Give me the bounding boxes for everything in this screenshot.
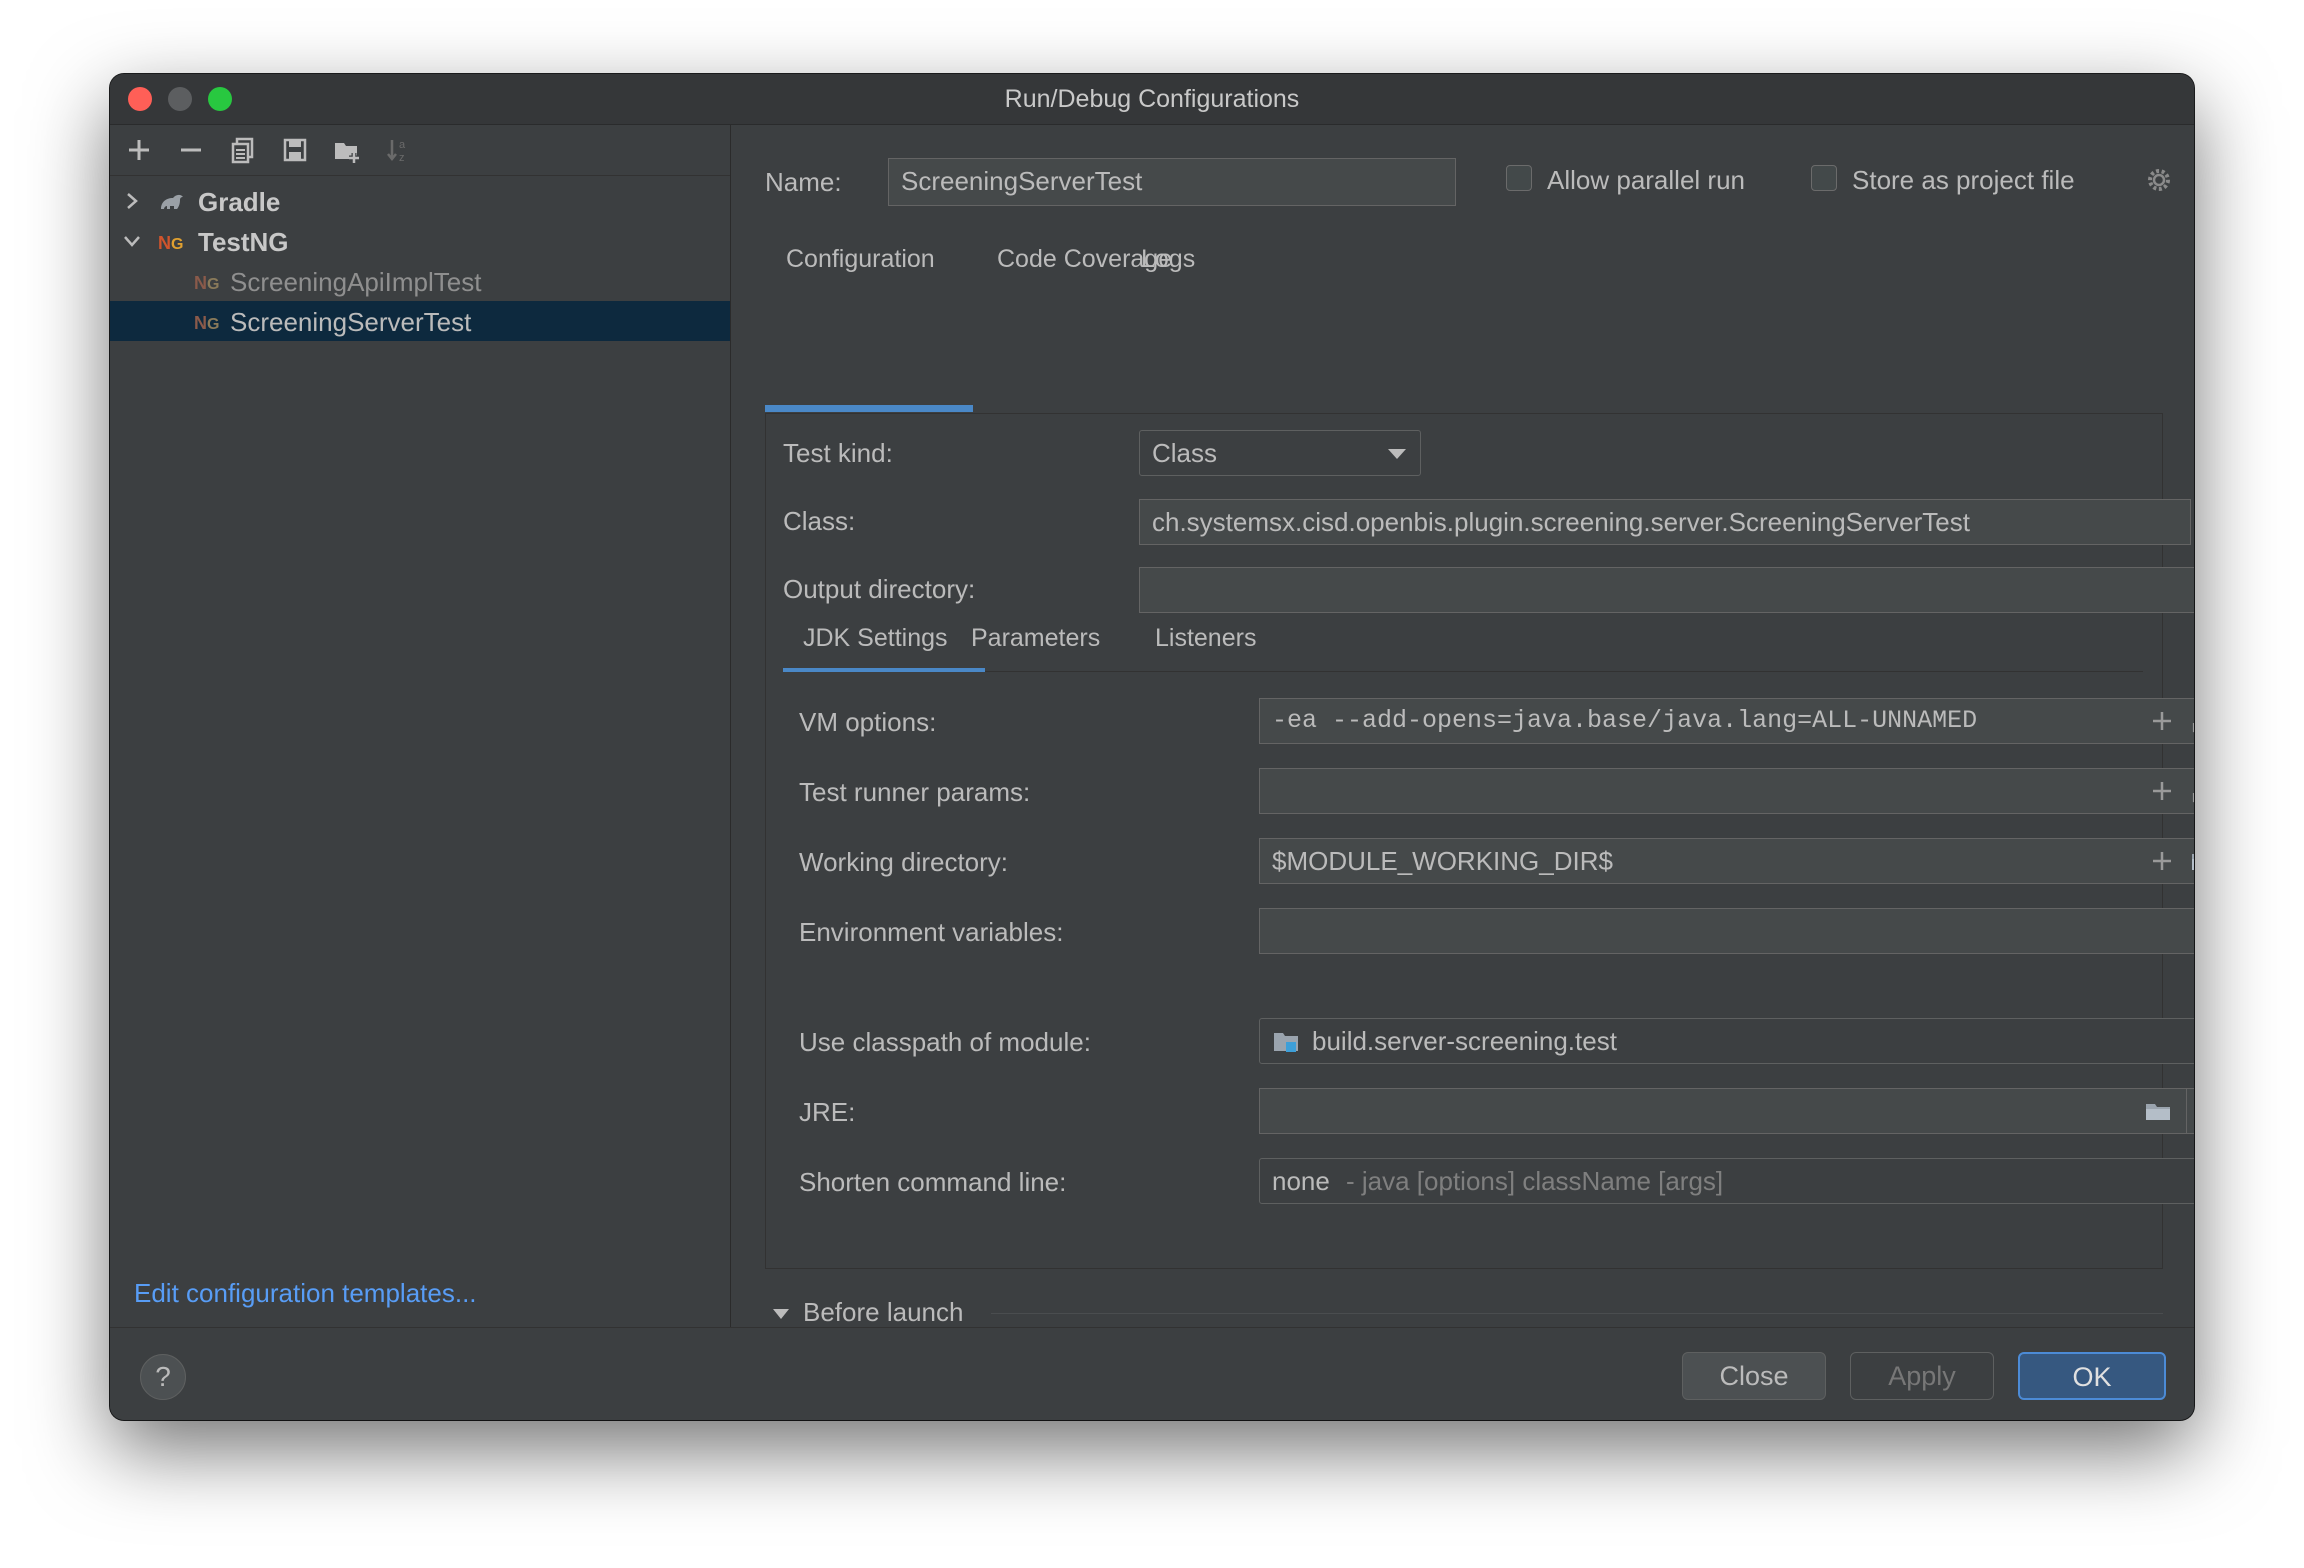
configuration-editor: Name: ScreeningServerTest Allow parallel…: [731, 125, 2194, 1379]
add-icon[interactable]: [2148, 707, 2176, 735]
tab-jdk-settings[interactable]: JDK Settings: [803, 624, 948, 653]
sidebar-toolbar: az: [110, 125, 730, 176]
tree-item-gradle[interactable]: Gradle: [110, 181, 730, 221]
allow-parallel-run-label: Allow parallel run: [1547, 165, 1745, 195]
tree-item-screening-api-impl-test[interactable]: NG ScreeningApiImplTest: [110, 261, 730, 301]
tab-configuration[interactable]: Configuration: [786, 245, 935, 274]
shorten-hint: - java [options] className [args]: [1346, 1166, 1724, 1196]
jre-label: JRE:: [799, 1097, 856, 1127]
working-directory-input[interactable]: $MODULE_WORKING_DIR$: [1259, 838, 2194, 884]
before-launch-divider: [991, 1313, 2163, 1314]
jre-input[interactable]: [1259, 1088, 2194, 1134]
testng-icon: NG: [158, 233, 183, 253]
svg-text:N: N: [194, 273, 207, 293]
sub-tab-active-underline: [783, 668, 985, 672]
shorten-command-line-select[interactable]: none - java [options] className [args]: [1259, 1158, 2194, 1204]
tree-item-label: TestNG: [198, 227, 289, 257]
gradle-icon: [161, 194, 183, 209]
working-directory-label: Working directory:: [799, 847, 1009, 877]
add-icon[interactable]: [124, 135, 154, 165]
run-debug-configurations-window: Run/Debug Configurations az Gradle NG Te…: [110, 74, 2194, 1420]
tab-logs[interactable]: Logs: [1141, 245, 1195, 274]
add-icon[interactable]: [2148, 847, 2176, 875]
tab-active-underline: [765, 405, 973, 409]
help-button[interactable]: ?: [140, 1354, 186, 1400]
environment-variables-input[interactable]: [1259, 908, 2194, 954]
document-icon[interactable]: [2190, 917, 2194, 945]
output-directory-label: Output directory:: [783, 574, 976, 604]
output-directory-input[interactable]: [1139, 567, 2194, 613]
name-label: Name:: [765, 167, 842, 197]
close-button[interactable]: Close: [1682, 1352, 1826, 1400]
test-runner-params-input[interactable]: [1259, 768, 2194, 814]
chevron-right-icon[interactable]: [122, 189, 142, 213]
collapse-triangle-icon[interactable]: [771, 1304, 791, 1324]
testng-icon: NG: [194, 273, 219, 293]
jre-divider: [2186, 1089, 2187, 1133]
module-folder-icon: [1274, 1033, 1298, 1052]
sort-icon[interactable]: az: [384, 135, 414, 165]
class-input[interactable]: ch.systemsx.cisd.openbis.plugin.screenin…: [1139, 499, 2191, 545]
chevron-down-icon[interactable]: [122, 229, 142, 253]
tab-listeners[interactable]: Listeners: [1155, 624, 1256, 653]
store-as-project-file-label: Store as project file: [1852, 165, 2075, 195]
class-label: Class:: [783, 506, 856, 536]
classpath-module-label: Use classpath of module:: [799, 1027, 1091, 1057]
add-icon[interactable]: [2148, 777, 2176, 805]
name-input[interactable]: ScreeningServerTest: [888, 158, 1456, 206]
ok-button[interactable]: OK: [2018, 1352, 2166, 1400]
classpath-module-select[interactable]: build.server-screening.test: [1259, 1018, 2194, 1064]
before-launch-label: Before launch: [803, 1297, 964, 1327]
shorten-command-line-label: Shorten command line:: [799, 1167, 1067, 1197]
title-bar: Run/Debug Configurations: [110, 74, 2194, 125]
svg-text:G: G: [207, 316, 219, 333]
testng-icon: NG: [194, 313, 219, 333]
sub-tab-divider: [783, 671, 2143, 672]
shorten-value: none: [1272, 1166, 1330, 1196]
save-icon[interactable]: [280, 135, 310, 165]
svg-text:G: G: [171, 236, 183, 253]
svg-text:G: G: [207, 276, 219, 293]
vm-options-label: VM options:: [799, 707, 937, 737]
copy-icon[interactable]: [228, 135, 258, 165]
svg-text:N: N: [194, 313, 207, 333]
dialog-footer: ? Close Apply OK: [110, 1327, 2194, 1420]
allow-parallel-run-checkbox[interactable]: [1506, 165, 1532, 191]
tree-item-label: Gradle: [198, 187, 281, 217]
remove-icon[interactable]: [176, 135, 206, 165]
svg-text:N: N: [158, 233, 171, 253]
expand-icon[interactable]: [2190, 707, 2194, 735]
sidebar: az Gradle NG TestNG NG ScreeningApiImplT…: [110, 125, 731, 1327]
test-runner-params-label: Test runner params:: [799, 777, 1031, 807]
apply-button[interactable]: Apply: [1850, 1352, 1994, 1400]
folder-icon[interactable]: [2144, 1097, 2172, 1125]
svg-text:z: z: [399, 152, 405, 164]
folder-icon[interactable]: [2190, 847, 2194, 875]
svg-text:a: a: [399, 139, 406, 151]
tree-item-testng[interactable]: NG TestNG: [110, 221, 730, 261]
window-title: Run/Debug Configurations: [1004, 85, 1300, 113]
tree-item-screening-server-test[interactable]: NG ScreeningServerTest: [110, 301, 730, 341]
test-kind-label: Test kind:: [783, 438, 893, 468]
environment-variables-label: Environment variables:: [799, 917, 1064, 947]
tab-parameters[interactable]: Parameters: [971, 624, 1100, 653]
tree-item-label: ScreeningServerTest: [230, 307, 472, 337]
chevron-down-icon: [1388, 449, 1406, 459]
store-as-project-file-checkbox[interactable]: [1811, 165, 1837, 191]
tree-item-label: ScreeningApiImplTest: [230, 267, 482, 297]
edit-configuration-templates-link[interactable]: Edit configuration templates...: [134, 1278, 477, 1309]
expand-icon[interactable]: [2190, 777, 2194, 805]
test-kind-select[interactable]: Class: [1139, 430, 1421, 476]
new-folder-icon[interactable]: [332, 135, 362, 165]
vm-options-input[interactable]: -ea --add-opens=java.base/java.lang=ALL-…: [1259, 698, 2194, 744]
gear-icon[interactable]: [2144, 165, 2174, 195]
